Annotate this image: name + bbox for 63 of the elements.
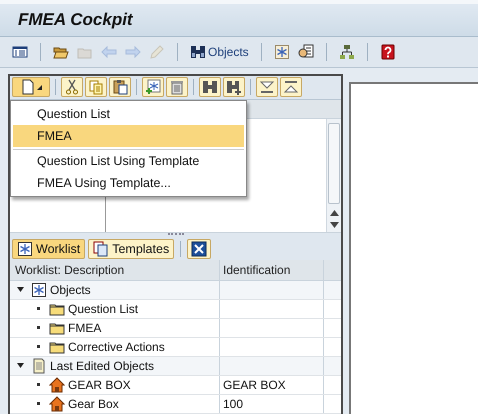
- templates-icon: [93, 240, 110, 257]
- menu-item[interactable]: Question List Using Template: [13, 149, 244, 172]
- create-button[interactable]: [12, 77, 50, 98]
- toolbar-button[interactable]: [223, 77, 245, 98]
- tree-item[interactable]: Objects: [50, 282, 91, 297]
- document-icon: [20, 79, 36, 96]
- expand-down-icon: [259, 79, 275, 96]
- binoculars-plus-icon: [226, 79, 242, 96]
- tree-item[interactable]: FMEA: [68, 320, 102, 335]
- toolbar-button[interactable]: [109, 77, 131, 98]
- column-header[interactable]: Identification: [220, 260, 324, 280]
- table-cell: GEAR BOX: [223, 378, 286, 392]
- expanded-triangle-icon[interactable]: [17, 286, 24, 294]
- objects-button[interactable]: Objects: [188, 43, 251, 61]
- bullet-icon: [37, 345, 40, 348]
- tab[interactable]: Templates: [88, 238, 174, 259]
- house-icon: [49, 396, 65, 412]
- bullet-icon: [37, 402, 40, 406]
- insert-row-icon: [145, 79, 161, 96]
- tree-item[interactable]: Question List: [68, 302, 138, 316]
- column-header[interactable]: Worklist: Description: [10, 260, 220, 280]
- table-cell: 100: [223, 396, 244, 411]
- bullet-icon: [37, 326, 40, 330]
- menu-item[interactable]: FMEA: [13, 125, 244, 147]
- tree-item[interactable]: Corrective Actions: [68, 340, 165, 354]
- house-icon: [49, 376, 65, 393]
- bullet-icon: [37, 307, 40, 310]
- copy-icon: [88, 79, 104, 96]
- caret-icon: [37, 84, 42, 90]
- window-title: FMEA Cockpit: [18, 10, 133, 30]
- expanded-triangle-icon[interactable]: [17, 362, 24, 370]
- person-card-icon: [298, 44, 314, 60]
- asterisk-icon: [17, 240, 33, 257]
- toolbar-button[interactable]: [280, 77, 302, 98]
- scroll-down-icon[interactable]: [330, 222, 338, 228]
- binoculars-icon: [190, 44, 206, 60]
- tree-item[interactable]: GEAR BOX: [68, 378, 131, 392]
- scroll-up-icon[interactable]: [330, 210, 338, 216]
- arrow-left-icon: [101, 44, 117, 60]
- menu-item[interactable]: Question List: [13, 103, 244, 125]
- bullet-icon: [37, 383, 40, 386]
- arrow-right-icon: [125, 44, 141, 60]
- help-icon: [380, 44, 396, 60]
- toolbar-button[interactable]: [61, 77, 83, 98]
- list-icon: [12, 44, 28, 60]
- collapse-up-icon: [283, 79, 299, 96]
- document-icon: [31, 358, 47, 374]
- binoculars-icon: [202, 79, 218, 96]
- toolbar-button[interactable]: [199, 77, 221, 98]
- paste-icon: [112, 79, 128, 96]
- scrollbar[interactable]: [326, 118, 341, 232]
- toolbar-button[interactable]: [256, 77, 278, 98]
- hierarchy-icon: [338, 44, 355, 60]
- toolbar-button[interactable]: [142, 77, 164, 98]
- trash-icon: [169, 79, 185, 96]
- close-button[interactable]: [187, 238, 212, 259]
- close-icon: [191, 240, 208, 257]
- tab[interactable]: Worklist: [12, 238, 86, 259]
- asterisk-icon: [274, 44, 290, 60]
- scissors-icon: [64, 79, 80, 96]
- pencil-icon: [149, 44, 165, 60]
- tree-item[interactable]: Gear Box: [68, 396, 119, 411]
- menu-item[interactable]: FMEA Using Template...: [13, 172, 244, 194]
